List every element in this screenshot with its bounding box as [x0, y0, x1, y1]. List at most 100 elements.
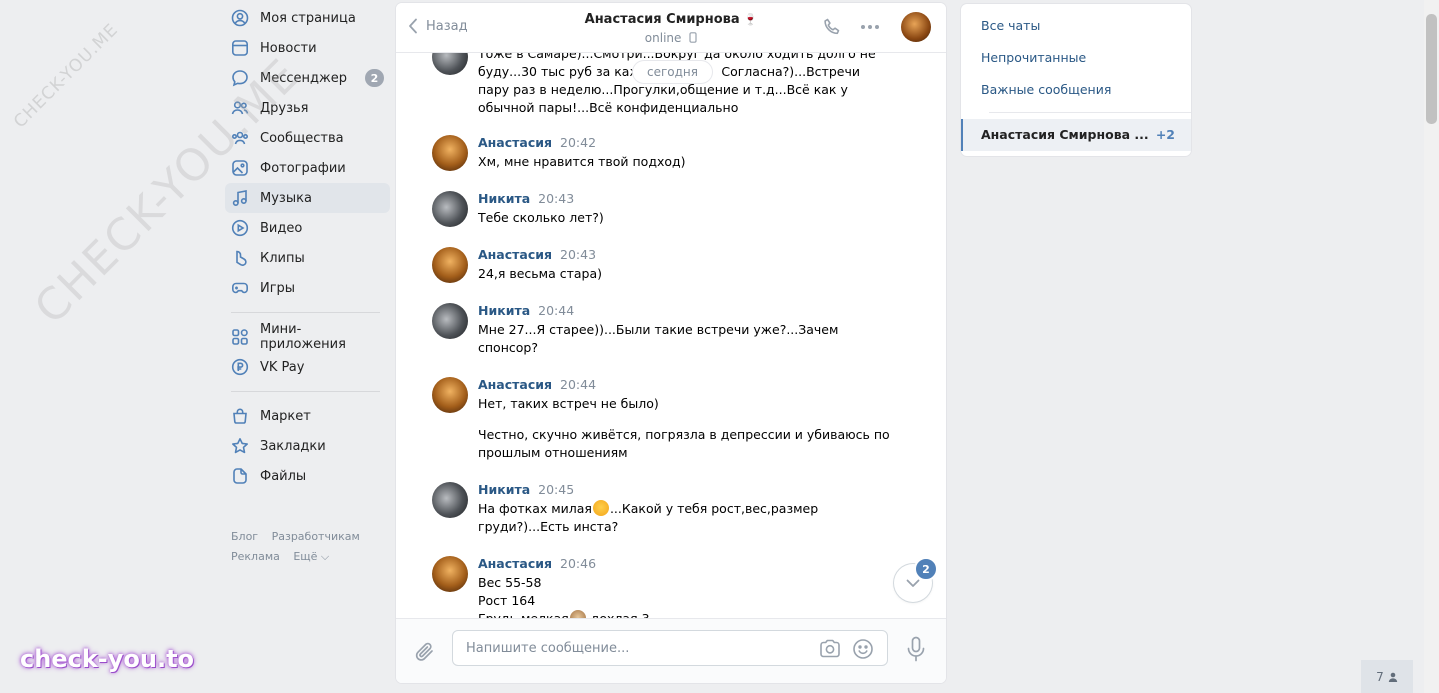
chat-status: online [396, 31, 946, 45]
scrollbar-thumb[interactable] [1426, 14, 1437, 124]
filter-all-chats[interactable]: Все чаты [981, 18, 1040, 33]
message-author[interactable]: Никита [478, 191, 530, 206]
gamepad-icon [231, 279, 249, 297]
message-author[interactable]: Анастасия [478, 135, 552, 150]
footer-link-developers[interactable]: Разработчикам [272, 530, 360, 543]
filter-important[interactable]: Важные сообщения [981, 82, 1111, 97]
new-messages-badge: 2 [914, 557, 938, 581]
brand-logo: check-you.to [20, 645, 195, 673]
nav-label: Видео [260, 220, 303, 236]
message-text: обычной пары!...Всё конфиденциально [478, 100, 739, 115]
page-scrollbar[interactable] [1424, 0, 1439, 693]
nav-item-video[interactable]: Видео [225, 213, 390, 243]
online-friends-counter[interactable]: 7 [1361, 660, 1413, 693]
message-text: На фотках милая ...Какой у тебя рост,вес,… [478, 500, 819, 516]
message-text: прошлым отношениям [478, 445, 628, 460]
message-header: Никита 20:44 [478, 303, 574, 318]
nav-label: Маркет [260, 408, 311, 424]
avatar[interactable] [432, 135, 468, 171]
nav-item-mini-apps[interactable]: Мини-приложения [225, 322, 390, 352]
message-time[interactable]: 20:44 [560, 377, 596, 392]
photo-icon [231, 159, 249, 177]
emoji-smile-icon[interactable] [852, 638, 874, 660]
message-time[interactable]: 20:43 [560, 247, 596, 262]
nav-item-news[interactable]: Новости [225, 33, 390, 63]
ruble-coin-icon [231, 358, 249, 376]
avatar[interactable] [432, 377, 468, 413]
nav-item-clips[interactable]: Клипы [225, 243, 390, 273]
conversation-name: Анастасия Смирнова ... [981, 127, 1149, 142]
star-icon [231, 437, 249, 455]
nav-label: Игры [260, 280, 296, 296]
phone-call-icon[interactable] [822, 17, 842, 37]
person-icon [1388, 672, 1398, 682]
footer-links: Блог Разработчикам Реклама Ещё ⌵ [225, 527, 390, 567]
header-avatar[interactable] [901, 12, 931, 42]
microphone-icon[interactable] [906, 636, 926, 662]
avatar[interactable] [432, 53, 468, 75]
nav-label: VK Pay [260, 359, 305, 375]
messenger-unread-badge: 2 [365, 69, 384, 87]
message-author[interactable]: Никита [478, 482, 530, 497]
message-header: Анастасия 20:43 [478, 247, 596, 262]
filter-unread[interactable]: Непрочитанные [981, 50, 1086, 65]
message-history[interactable]: сегодня Тоже в Самаре)...Смотри...Вокруг… [396, 53, 946, 619]
message-author[interactable]: Никита [478, 303, 530, 318]
paperclip-icon[interactable] [414, 640, 436, 664]
message-time[interactable]: 20:42 [560, 135, 596, 150]
message-text: 24,я весьма стара) [478, 266, 603, 281]
clips-icon [231, 249, 249, 267]
nav-item-market[interactable]: Маркет [225, 401, 390, 431]
shopping-bag-icon [231, 407, 249, 425]
nav-label: Клипы [260, 250, 305, 266]
message-author[interactable]: Анастасия [478, 377, 552, 392]
avatar[interactable] [432, 303, 468, 339]
message-author[interactable]: Анастасия [478, 247, 552, 262]
camera-icon[interactable] [819, 639, 841, 658]
heart-eyes-emoji-icon [592, 500, 609, 516]
message-header: Никита 20:45 [478, 482, 574, 497]
nav-item-photos[interactable]: Фотографии [225, 153, 390, 183]
active-conversation[interactable]: Анастасия Смирнова ... +2 [961, 119, 1191, 151]
mini-apps-icon [231, 328, 249, 346]
nav-item-music[interactable]: Музыка [225, 183, 390, 213]
chat-title-text: Анастасия Смирнова [584, 12, 740, 27]
message-time[interactable]: 20:45 [538, 482, 574, 497]
newspaper-icon [231, 39, 249, 57]
nav-item-bookmarks[interactable]: Закладки [225, 431, 390, 461]
message-text: Честно, скучно живётся, погрязла в депре… [478, 427, 890, 442]
online-status: online [644, 31, 682, 45]
nav-divider [231, 391, 380, 392]
nav-label: Сообщества [260, 130, 344, 146]
message-text: пару раз в неделю...Прогулки,общение и т… [478, 82, 848, 97]
nav-item-my-page[interactable]: Моя страница [225, 3, 390, 33]
avatar[interactable] [432, 247, 468, 283]
music-note-icon [231, 189, 249, 207]
message-time[interactable]: 20:44 [538, 303, 574, 318]
nav-item-vk-pay[interactable]: VK Pay [225, 352, 390, 382]
message-author[interactable]: Анастасия [478, 556, 552, 571]
message-text: Вес 55-58 [478, 575, 542, 590]
footer-link-ads[interactable]: Реклама [231, 550, 280, 563]
nav-item-games[interactable]: Игры [225, 273, 390, 303]
date-divider: сегодня [633, 61, 712, 83]
nav-label: Моя страница [260, 10, 356, 26]
nav-item-files[interactable]: Файлы [225, 461, 390, 491]
nav-label: Фотографии [260, 160, 346, 176]
avatar[interactable] [432, 191, 468, 227]
more-options-icon[interactable] [860, 24, 880, 30]
avatar[interactable] [432, 556, 468, 592]
footer-link-blog[interactable]: Блог [231, 530, 258, 543]
nav-label: Музыка [260, 190, 312, 206]
scroll-to-bottom-button[interactable]: 2 [894, 557, 938, 602]
message-time[interactable]: 20:43 [538, 191, 574, 206]
footer-link-more[interactable]: Ещё ⌵ [293, 550, 329, 563]
message-header: Анастасия 20:46 [478, 556, 596, 571]
message-text: спонсор? [478, 340, 538, 355]
message-time[interactable]: 20:46 [560, 556, 596, 571]
message-text: Рост 164 [478, 593, 536, 608]
nav-label: Мини-приложения [260, 322, 346, 352]
message-header: Никита 20:43 [478, 191, 574, 206]
avatar[interactable] [432, 482, 468, 518]
conversation-unread-count: +2 [1155, 127, 1175, 142]
